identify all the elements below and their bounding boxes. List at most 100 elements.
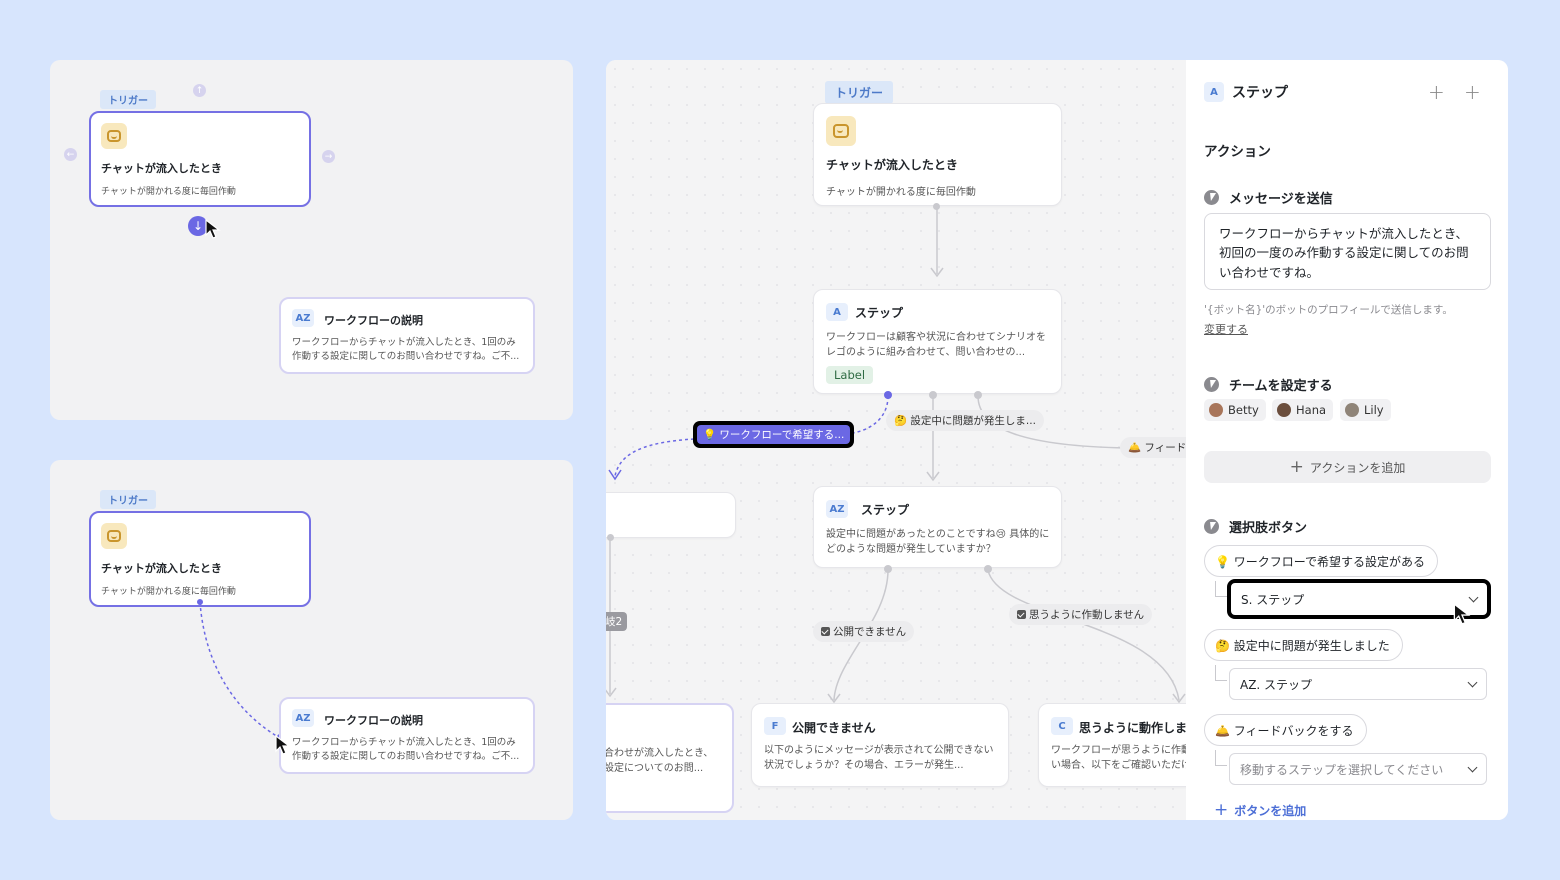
canvas-panel-bottom: トリガー チャットが流入したとき チャットが開かれる度に毎回作動 AZ ワークフ…	[50, 460, 573, 820]
chevron-down-icon	[1467, 677, 1478, 687]
checkbox-icon	[821, 627, 830, 636]
plus-icon: +	[1214, 800, 1229, 820]
step-a-node[interactable]: A ステップ ワークフローは顧客や状況に合わせてシナリオをレゴのように組み合わせ…	[813, 289, 1062, 394]
message-textarea[interactable]: ワークフローからチャットが流入したとき、初回の一度のみ作動する設定に関してのお問…	[1204, 213, 1491, 290]
select-value: S. ステップ	[1241, 592, 1305, 607]
choice-title-label: 選択肢ボタン	[1229, 521, 1308, 536]
add-action-button[interactable]: + アクションを追加	[1204, 451, 1491, 483]
team-title: チームを設定する	[1204, 375, 1333, 394]
edge-label-text: 思うように作動しません	[1029, 609, 1145, 621]
trigger-subtitle: チャットが開かれる度に毎回作動	[101, 187, 236, 197]
plus-icon: +	[1289, 457, 1304, 477]
workflow-editor-panel: トリガー チャットが流入したとき チャットが開かれる度に毎回作動 A ステップ …	[606, 60, 1508, 820]
trigger-tag: トリガー	[100, 90, 156, 109]
connector-dot[interactable]	[984, 565, 992, 573]
node-description: 設定中に問題があったとのことですね😢 具体的にどのような問題が発生していますか？	[826, 529, 1050, 555]
node-title: ステップ	[855, 306, 904, 320]
add-up-button[interactable]: ↑	[193, 84, 206, 97]
trigger-tag: トリガー	[825, 81, 894, 104]
node-badge: AZ	[826, 500, 848, 518]
elbow-line	[1215, 581, 1227, 597]
chat-bubble-icon	[101, 123, 127, 149]
member-name: Lily	[1364, 403, 1384, 417]
left-bottom-partial-node[interactable]: 合わせが流入したとき、設定についてのお問...	[606, 703, 734, 813]
node-badge: F	[764, 717, 786, 735]
edge-label-branch[interactable]: 岐2	[606, 612, 628, 631]
highlighted-edge-label[interactable]: 💡 ワークフローで希望する...	[693, 421, 855, 448]
workflow-description-node[interactable]: AZ ワークフローの説明 ワークフローからチャットが流入したとき、1回のみ作動す…	[279, 297, 535, 374]
target-step-select[interactable]: AZ. ステップ	[1229, 668, 1487, 700]
step-badge: A	[1204, 82, 1224, 102]
node-description: ワークフローが思うように作動しない場合、以下をご確認いただけま	[1051, 745, 1186, 771]
mouse-cursor-icon	[1453, 602, 1471, 625]
trigger-title: チャットが流入したとき	[101, 162, 222, 175]
connector-dot[interactable]	[607, 534, 614, 541]
team-member-chip[interactable]: Lily	[1340, 399, 1391, 421]
canvas-panel-top: トリガー ↑ ← → チャットが流入したとき チャットが開かれる度に毎回作動 ↓…	[50, 60, 573, 420]
node-badge: C	[1051, 717, 1073, 735]
connector-dot[interactable]	[884, 565, 892, 573]
node-badge: A	[826, 303, 848, 321]
edge-label-publish[interactable]: 公開できません	[813, 621, 915, 642]
node-title: 思うように動作しま	[1079, 721, 1186, 735]
chevron-down-icon	[1467, 762, 1478, 772]
checkbox-icon	[1017, 610, 1026, 619]
member-name: Betty	[1228, 403, 1259, 417]
left-partial-node[interactable]	[606, 492, 736, 538]
step-az-node[interactable]: AZ ステップ 設定中に問題があったとのことですね😢 具体的にどのような問題が発…	[813, 486, 1062, 568]
send-message-title: メッセージを送信	[1204, 188, 1333, 207]
add-choice-label: ボタンを追加	[1234, 803, 1307, 818]
choice-buttons-title: 選択肢ボタン	[1204, 517, 1307, 536]
team-member-chip[interactable]: Hana	[1272, 399, 1334, 421]
connector-dot[interactable]	[929, 391, 937, 399]
lightning-icon	[1204, 377, 1219, 392]
avatar	[1345, 403, 1359, 417]
elbow-line	[1215, 750, 1227, 766]
sidebar-title: ステップ	[1232, 85, 1288, 101]
select-value: AZ. ステップ	[1240, 677, 1313, 692]
node-description: ワークフローからチャットが流入したとき、1回のみ作動する設定に関してのお問い合わ…	[292, 337, 520, 362]
mouse-cursor-icon	[205, 218, 221, 239]
mouse-cursor-icon	[275, 734, 291, 755]
edge-label-feedback[interactable]: 🛎️ フィードバ	[1120, 437, 1186, 458]
choice-button[interactable]: 💡 ワークフローで希望する設定がある	[1204, 545, 1439, 577]
step-label-badge: Label	[826, 366, 874, 384]
team-member-chip[interactable]: Betty	[1204, 399, 1266, 421]
send-message-label: メッセージを送信	[1229, 192, 1333, 207]
choice-button[interactable]: 🤔 設定中に問題が発生しました	[1204, 629, 1403, 661]
choice-button[interactable]: 🛎️ フィードバックをする	[1204, 714, 1367, 746]
node-badge: AZ	[292, 309, 314, 327]
step-f-node[interactable]: F 公開できません 以下のようにメッセージが表示されて公開できない状況でしょうか…	[751, 703, 1009, 787]
add-right-button[interactable]: →	[322, 150, 335, 163]
plus-icon[interactable]: +	[1428, 82, 1445, 102]
bot-profile-hint: '{ボット名}'のボットのプロフィールで送信します。	[1204, 304, 1453, 316]
trigger-node[interactable]: チャットが流入したとき チャットが開かれる度に毎回作動	[89, 111, 311, 207]
workflow-description-node[interactable]: AZ ワークフローの説明 ワークフローからチャットが流入したとき、1回のみ作動す…	[279, 697, 535, 774]
connector-dot[interactable]	[933, 203, 940, 210]
add-action-label: アクションを追加	[1309, 460, 1406, 475]
node-title: ステップ	[861, 503, 910, 517]
edge-label-notwork[interactable]: 思うように作動しません	[1009, 604, 1153, 625]
member-name: Hana	[1296, 403, 1327, 417]
trigger-node[interactable]: チャットが流入したとき チャットが開かれる度に毎回作動	[813, 103, 1062, 206]
add-left-button[interactable]: ←	[64, 148, 77, 161]
change-link[interactable]: 変更する	[1204, 321, 1248, 337]
node-description: 合わせが流入したとき、設定についてのお問...	[606, 748, 714, 774]
edge-label-problem[interactable]: 🤔 設定中に問題が発生しま...	[886, 410, 1044, 431]
avatar	[1277, 403, 1291, 417]
target-step-select[interactable]: 移動するステップを選択してください	[1229, 753, 1487, 785]
plus-icon[interactable]: +	[1464, 82, 1481, 102]
trigger-subtitle: チャットが開かれる度に毎回作動	[826, 187, 976, 198]
workflow-canvas[interactable]: トリガー チャットが流入したとき チャットが開かれる度に毎回作動 A ステップ …	[606, 60, 1186, 820]
add-choice-button[interactable]: + ボタンを追加	[1214, 800, 1306, 820]
step-c-node[interactable]: C 思うように動作しま ワークフローが思うように作動しない場合、以下をご確認いた…	[1038, 703, 1186, 787]
node-title: 公開できません	[792, 721, 876, 735]
node-description: 以下のようにメッセージが表示されて公開できない状況でしょうか？その場合、エラーが…	[764, 745, 994, 771]
connector-dot-active[interactable]	[884, 391, 892, 399]
select-placeholder: 移動するステップを選択してください	[1240, 762, 1444, 777]
node-description: ワークフローは顧客や状況に合わせてシナリオをレゴのように組み合わせて、問い合わせ…	[826, 332, 1046, 358]
edge-label-text: 公開できません	[833, 626, 907, 638]
avatar	[1209, 403, 1223, 417]
sidebar-header: A ステップ	[1204, 82, 1288, 102]
connector-dot[interactable]	[974, 391, 982, 399]
